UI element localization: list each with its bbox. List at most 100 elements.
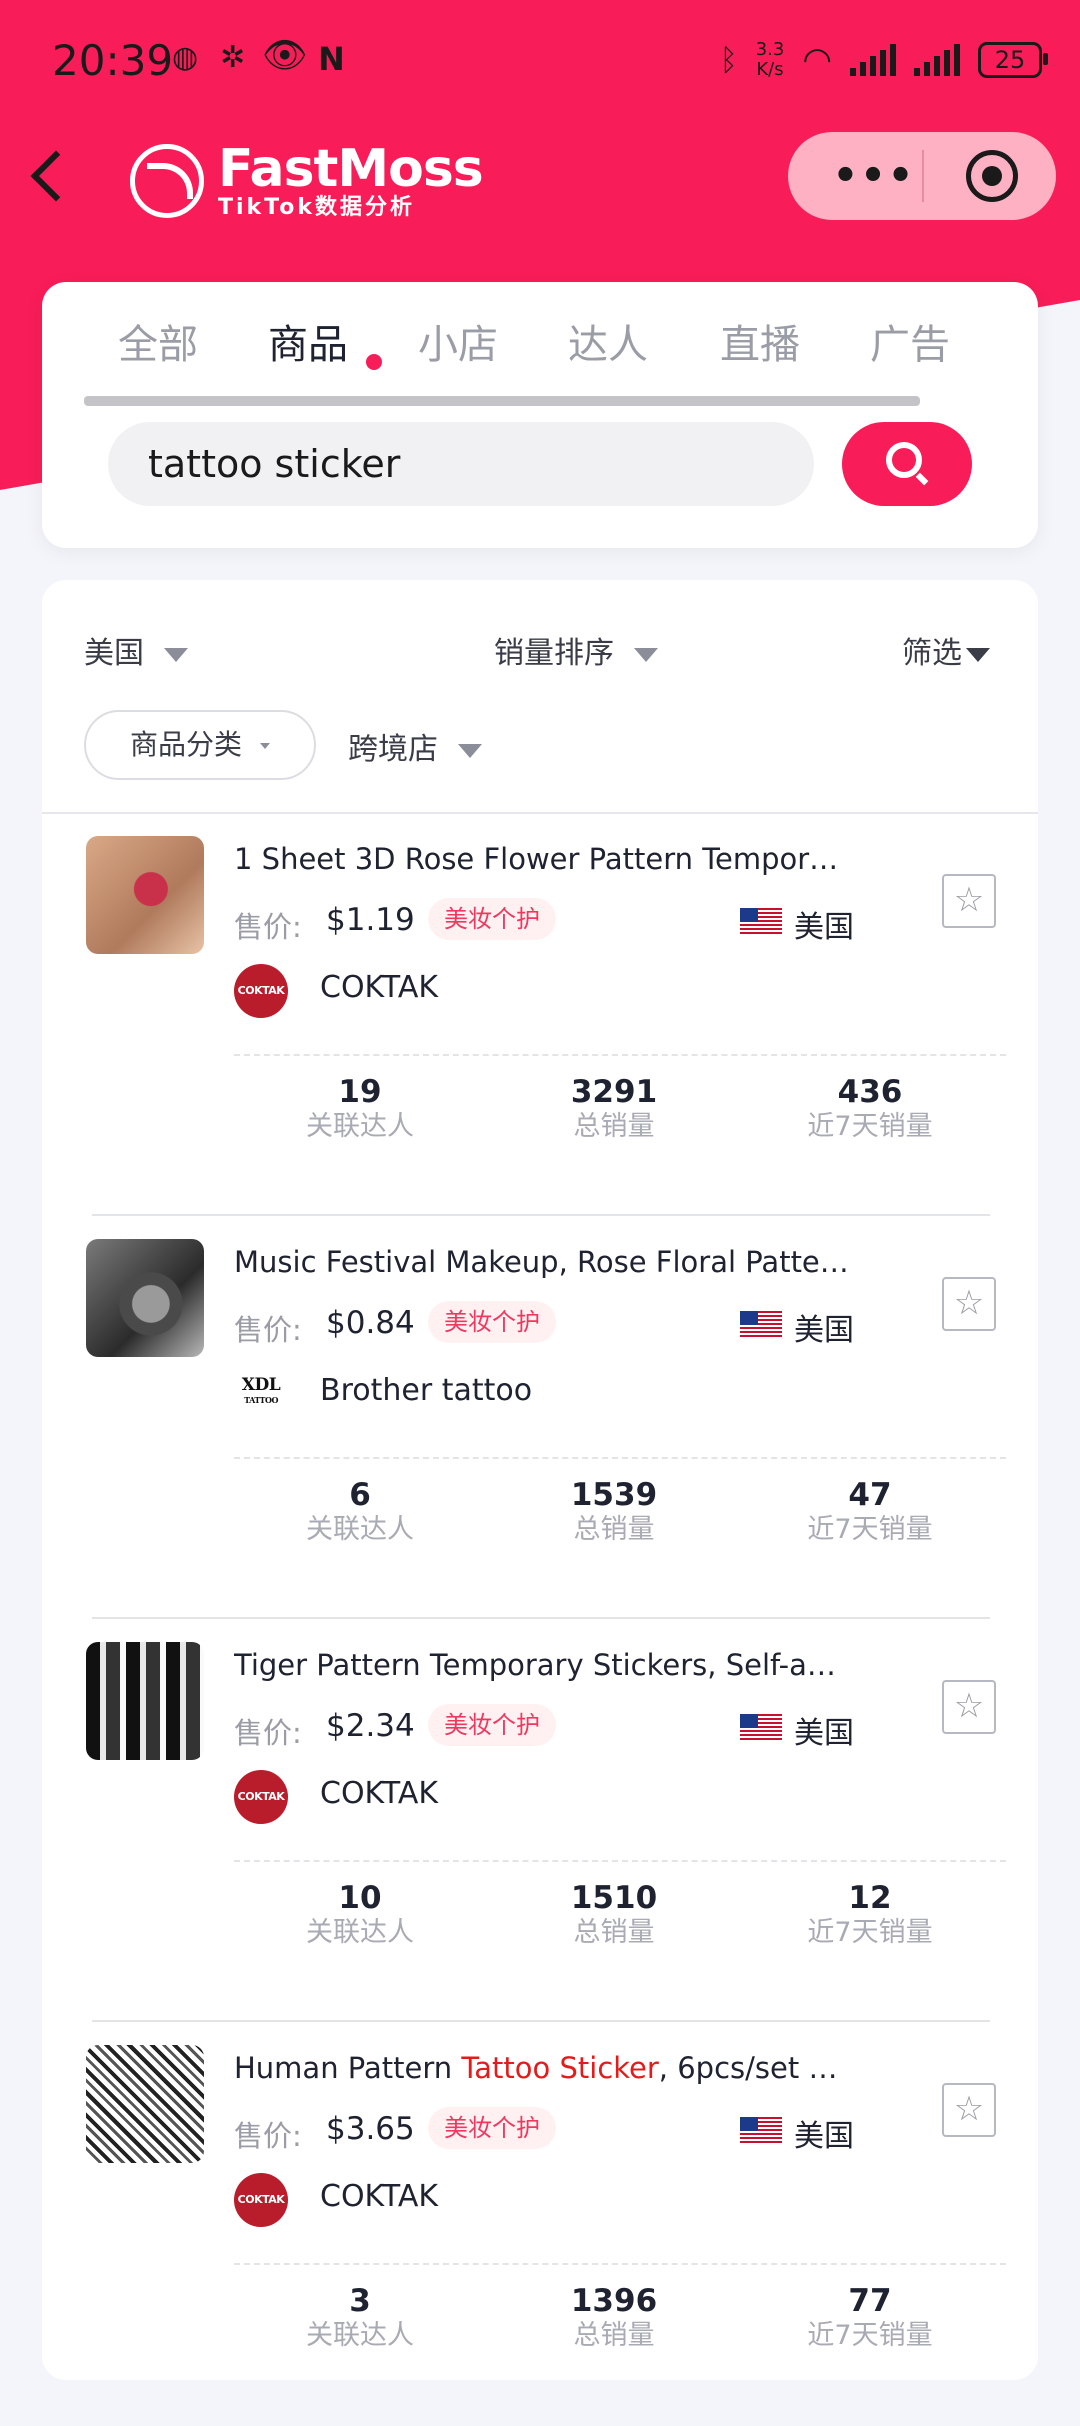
app-logo: FastMoss TikTok数据分析	[130, 139, 484, 220]
shop-logo: COKTAK	[234, 964, 288, 1018]
stat-7day-sales: 47 近7天销量	[807, 1477, 933, 1545]
shop-name[interactable]: COKTAK	[320, 970, 438, 1005]
results-card: 美国 销量排序 筛选 商品分类 跨境店 1 Sheet 3D Rose Flow…	[42, 580, 1038, 2380]
filter-button[interactable]: 筛选	[902, 628, 990, 672]
wifi-icon: ◠	[802, 40, 832, 80]
dashed-divider	[234, 1054, 1006, 1056]
store-type-dropdown[interactable]: 跨境店	[348, 724, 482, 768]
us-flag-icon	[740, 2117, 782, 2143]
filter-row: 美国 销量排序 筛选	[42, 628, 1038, 678]
product-title: Music Festival Makeup, Rose Floral Patte…	[234, 1245, 854, 1279]
funnel-icon	[966, 647, 990, 662]
chevron-down-icon	[164, 647, 188, 662]
tab-influencers[interactable]: 达人	[568, 312, 648, 370]
category-tag: 美妆个护	[428, 1301, 556, 1343]
shop-logo: COKTAK	[234, 1770, 288, 1824]
price-label: 售价:	[234, 2119, 302, 2153]
fastmoss-logo-icon	[130, 144, 204, 218]
bluetooth-icon: ᛒ	[719, 42, 738, 78]
back-arrow-icon[interactable]	[28, 148, 68, 208]
product-price: $2.34	[326, 1708, 415, 1744]
tab-shops[interactable]: 小店	[418, 312, 498, 370]
favorite-star-button[interactable]: ☆	[942, 874, 996, 928]
item-separator	[92, 1214, 990, 1216]
chevron-down-icon	[260, 743, 270, 749]
chevron-down-icon	[634, 647, 658, 662]
logo-subtitle: TikTok数据分析	[218, 195, 416, 220]
shop-name[interactable]: COKTAK	[320, 2179, 438, 2214]
more-options-button[interactable]: •••	[824, 154, 924, 198]
app-icon: ✲	[220, 40, 246, 75]
shop-logo: XDL TATTOO	[234, 1367, 288, 1421]
product-item[interactable]: Music Festival Makeup, Rose Floral Patte…	[42, 1217, 1038, 1620]
product-title: Human Pattern Tattoo Sticker, 6pcs/set S…	[234, 2051, 854, 2085]
tab-products[interactable]: 商品	[268, 312, 348, 370]
sort-dropdown[interactable]: 销量排序	[494, 628, 658, 672]
tab-ads[interactable]: 广告	[870, 312, 950, 370]
dashed-divider	[234, 1860, 1006, 1862]
stat-influencers: 10 关联达人	[306, 1880, 414, 1948]
item-separator	[92, 1617, 990, 1619]
tab-scroll-indicator	[84, 396, 920, 406]
dashed-divider	[234, 1457, 1006, 1459]
product-image	[86, 2045, 204, 2163]
search-icon	[886, 442, 922, 478]
signal-icon-2	[914, 44, 960, 76]
shop-logo: COKTAK	[234, 2173, 288, 2227]
product-price: $1.19	[326, 902, 415, 938]
search-button[interactable]	[842, 422, 972, 506]
status-time: 20:39	[52, 36, 174, 85]
search-input[interactable]: tattoo sticker	[108, 422, 814, 506]
product-item[interactable]: 1 Sheet 3D Rose Flower Pattern Tempora… …	[42, 814, 1038, 1217]
category-tabs: 全部 商品 小店 达人 直播 广告	[42, 312, 1038, 372]
capsule-divider	[922, 150, 924, 202]
category-chip[interactable]: 商品分类	[84, 710, 316, 780]
favorite-star-button[interactable]: ☆	[942, 1680, 996, 1734]
shop-name[interactable]: Brother tattoo	[320, 1373, 532, 1408]
product-price: $3.65	[326, 2111, 415, 2147]
product-image	[86, 1642, 204, 1760]
signal-icon	[850, 44, 896, 76]
stat-7day-sales: 12 近7天销量	[807, 1880, 933, 1948]
item-separator	[92, 2020, 990, 2022]
category-tag: 美妆个护	[428, 898, 556, 940]
tab-all[interactable]: 全部	[118, 312, 198, 370]
product-image	[86, 836, 204, 954]
product-image	[86, 1239, 204, 1357]
price-label: 售价:	[234, 1313, 302, 1347]
stat-total-sales: 1510 总销量	[570, 1880, 658, 1948]
network-speed: 3.3 K/s	[755, 39, 785, 80]
product-country: 美国	[794, 1716, 854, 1751]
us-flag-icon	[740, 908, 782, 934]
miniprogram-capsule: •••	[788, 132, 1056, 220]
product-country: 美国	[794, 2119, 854, 2154]
stat-influencers: 3 关联达人	[306, 2283, 414, 2351]
favorite-star-button[interactable]: ☆	[942, 2083, 996, 2137]
search-card: 全部 商品 小店 达人 直播 广告 tattoo sticker	[42, 282, 1038, 548]
product-price: $0.84	[326, 1305, 415, 1341]
eye-icon: 👁	[262, 35, 308, 76]
logo-title: FastMoss	[218, 139, 484, 199]
stat-7day-sales: 77 近7天销量	[807, 2283, 933, 2351]
price-label: 售价:	[234, 1716, 302, 1750]
product-country: 美国	[794, 1313, 854, 1348]
stat-total-sales: 3291 总销量	[570, 1074, 658, 1142]
chevron-down-icon	[458, 743, 482, 758]
category-tag: 美妆个护	[428, 1704, 556, 1746]
stat-influencers: 6 关联达人	[306, 1477, 414, 1545]
country-dropdown[interactable]: 美国	[84, 628, 188, 672]
product-title: 1 Sheet 3D Rose Flower Pattern Tempora…	[234, 842, 854, 876]
price-label: 售价:	[234, 910, 302, 944]
us-flag-icon	[740, 1311, 782, 1337]
tab-live[interactable]: 直播	[720, 312, 800, 370]
product-item[interactable]: Tiger Pattern Temporary Stickers, Self-a…	[42, 1620, 1038, 2023]
stat-total-sales: 1396 总销量	[570, 2283, 658, 2351]
nfc-icon: N	[318, 40, 345, 78]
close-miniprogram-button[interactable]	[966, 150, 1018, 202]
notification-icon: ◍	[172, 40, 199, 75]
shop-name[interactable]: COKTAK	[320, 1776, 438, 1811]
product-item[interactable]: Human Pattern Tattoo Sticker, 6pcs/set S…	[42, 2023, 1038, 2426]
stat-7day-sales: 436 近7天销量	[807, 1074, 933, 1142]
favorite-star-button[interactable]: ☆	[942, 1277, 996, 1331]
search-highlight: Tattoo Sticker	[461, 2051, 659, 2085]
